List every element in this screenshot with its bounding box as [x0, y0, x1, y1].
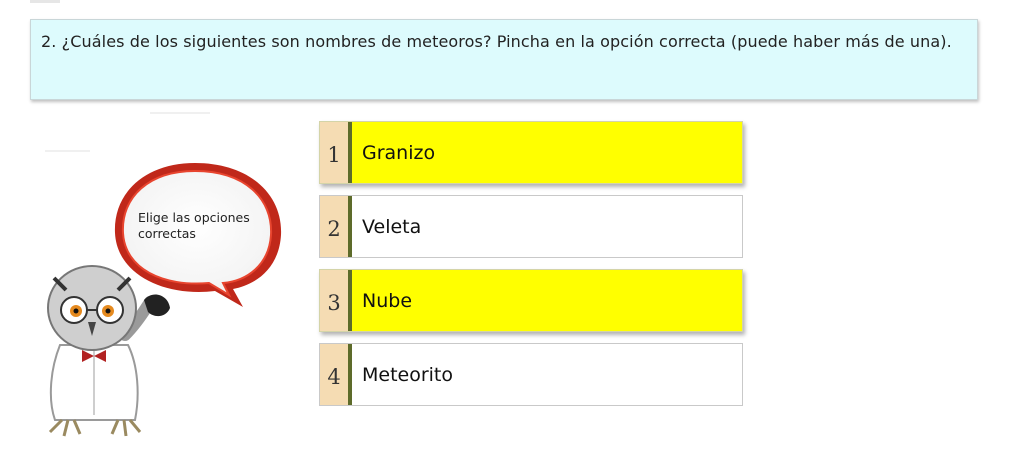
option-number: 3	[320, 270, 352, 331]
decor-line	[150, 112, 210, 114]
option-number: 1	[320, 122, 352, 183]
top-divider	[30, 0, 60, 3]
option-number: 2	[320, 196, 352, 257]
owl-teacher-icon	[47, 265, 170, 437]
option-label: Meteorito	[362, 363, 454, 386]
option-label: Granizo	[362, 141, 436, 164]
option-number: 4	[320, 344, 352, 405]
question-panel: 2. ¿Cuáles de los siguientes son nombres…	[30, 19, 978, 100]
option-4[interactable]: 4 Meteorito	[319, 343, 743, 406]
decor-line	[45, 150, 90, 152]
question-text: 2. ¿Cuáles de los siguientes son nombres…	[41, 32, 952, 51]
option-1[interactable]: 1 Granizo	[319, 121, 743, 184]
option-3[interactable]: 3 Nube	[319, 269, 743, 332]
option-2[interactable]: 2 Veleta	[319, 195, 743, 258]
option-label: Nube	[362, 289, 413, 312]
bubble-text: Elige las opciones correctas	[138, 210, 250, 241]
option-label: Veleta	[362, 215, 422, 238]
